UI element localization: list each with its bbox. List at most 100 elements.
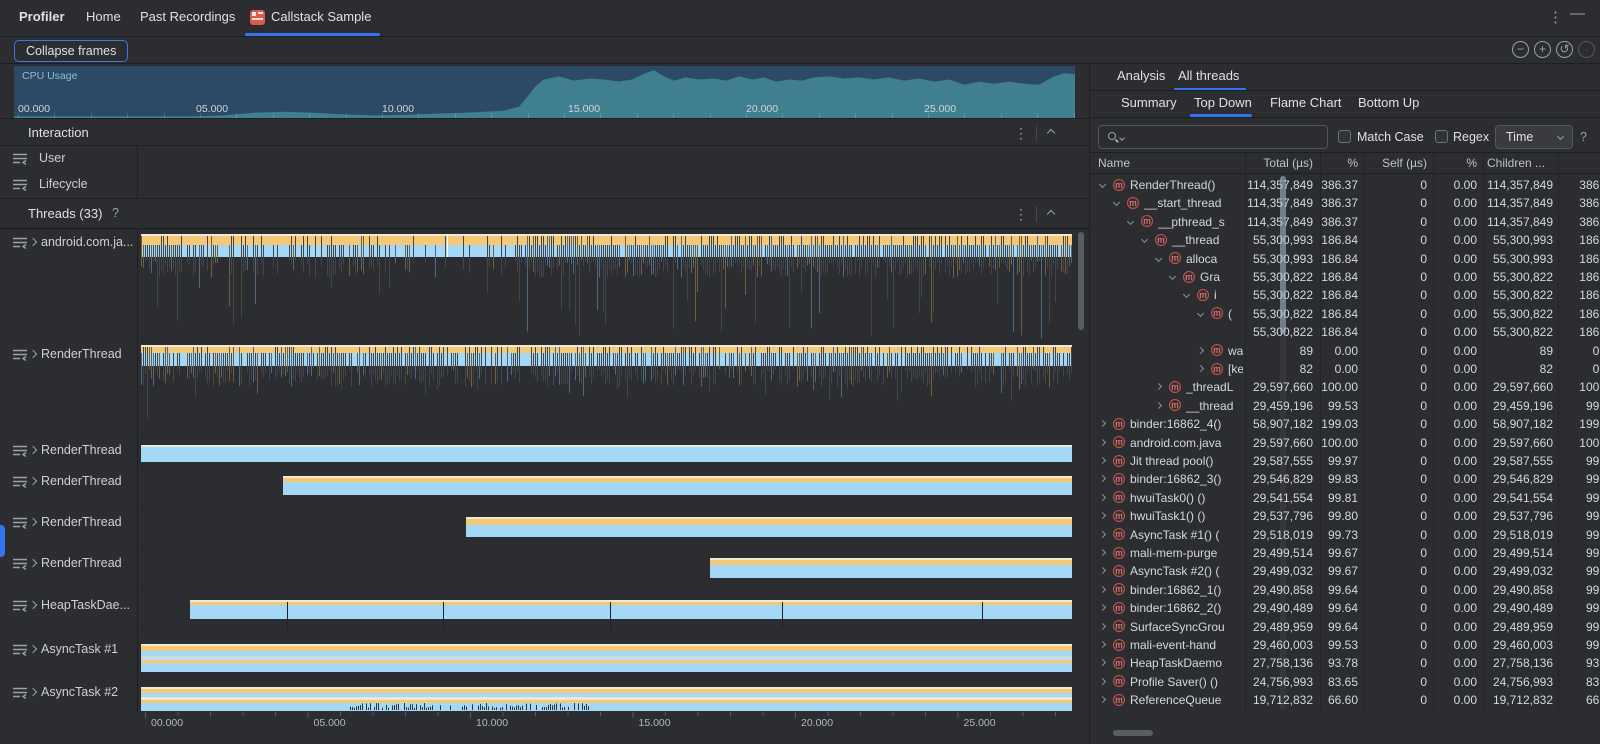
threads-collapse-icon[interactable] — [1047, 210, 1055, 218]
expand-thread-icon[interactable] — [29, 688, 37, 696]
expand-thread-icon[interactable] — [29, 601, 37, 609]
regex-checkbox[interactable] — [1435, 130, 1448, 143]
interaction-menu-icon[interactable]: ⋮ — [1014, 125, 1028, 142]
col-children[interactable]: Children ... — [1487, 156, 1545, 170]
filter-type-dropdown[interactable]: Time — [1495, 125, 1573, 149]
tab-flame-chart[interactable]: Flame Chart — [1270, 95, 1342, 110]
table-row[interactable]: mbinder:16862_4()58,907,182199.0300.0058… — [1090, 415, 1600, 433]
thread-track[interactable] — [137, 631, 1072, 677]
table-row[interactable]: mhwuiTask1() ()29,537,79699.8000.0029,53… — [1090, 507, 1600, 525]
col-self[interactable]: Self (µs) — [1363, 156, 1427, 170]
thread-track[interactable] — [137, 590, 1072, 631]
expand-node-icon[interactable] — [1099, 439, 1106, 446]
threads-menu-icon[interactable]: ⋮ — [1014, 206, 1028, 223]
expand-node-icon[interactable] — [1099, 604, 1106, 611]
kebab-menu-icon[interactable]: ⋮ — [1548, 8, 1563, 26]
col-name[interactable]: Name — [1098, 156, 1130, 170]
filter-help-icon[interactable]: ? — [1580, 130, 1587, 144]
expand-node-icon[interactable] — [1099, 494, 1106, 501]
table-row[interactable]: mbinder:16862_3()29,546,82999.8300.0029,… — [1090, 470, 1600, 488]
table-row[interactable]: mwai890.0000.00890.00 — [1090, 342, 1600, 360]
table-row[interactable]: malloca55,300,993186.8400.0055,300,99318… — [1090, 250, 1600, 268]
expand-node-icon[interactable] — [1099, 475, 1106, 482]
tab-callstack-sample[interactable]: Callstack Sample — [271, 9, 371, 24]
table-row[interactable]: 55,300,822186.8400.0055,300,822186.84 — [1090, 323, 1600, 341]
collapse-node-icon[interactable] — [1127, 218, 1134, 225]
zoom-in-icon[interactable]: + — [1534, 41, 1551, 58]
track-settings-icon[interactable] — [12, 178, 29, 191]
table-row[interactable]: m__start_thread114,357,849386.3700.00114… — [1090, 194, 1600, 212]
expand-thread-icon[interactable] — [29, 477, 37, 485]
thread-track[interactable] — [137, 469, 1072, 507]
thread-row-heaptaskdae-[interactable]: HeapTaskDae... — [0, 589, 1089, 630]
expand-node-icon[interactable] — [1099, 420, 1106, 427]
expand-node-icon[interactable] — [1099, 623, 1106, 630]
table-row[interactable]: m__thread29,459,19699.5300.0029,459,1969… — [1090, 397, 1600, 415]
search-input[interactable] — [1129, 128, 1324, 146]
thread-row-asynctask-2[interactable]: AsyncTask #2 — [0, 676, 1089, 712]
track-settings-icon[interactable] — [12, 348, 29, 361]
interaction-row-lifecycle[interactable]: Lifecycle — [0, 172, 1089, 198]
table-row[interactable]: mRenderThread() 114,357,849386.3700.0011… — [1090, 176, 1600, 194]
col-self-pct[interactable]: % — [1433, 156, 1477, 170]
search-history-caret-icon[interactable] — [1119, 135, 1125, 141]
table-row[interactable]: m[ke820.0000.00820.00 — [1090, 360, 1600, 378]
interaction-collapse-icon[interactable] — [1047, 129, 1055, 137]
expand-thread-icon[interactable] — [29, 518, 37, 526]
table-row[interactable]: mHeapTaskDaemo27,758,13693.7800.0027,758… — [1090, 654, 1600, 672]
table-row[interactable]: mAsyncTask #1() (29,518,01999.7300.0029,… — [1090, 526, 1600, 544]
collapse-node-icon[interactable] — [1099, 181, 1106, 188]
thread-row-renderthread[interactable]: RenderThread — [0, 437, 1089, 468]
tab-all-threads[interactable]: All threads — [1178, 68, 1239, 83]
thread-row-renderthread[interactable]: RenderThread — [0, 547, 1089, 589]
thread-row-android-com-ja-[interactable]: android.com.ja... — [0, 229, 1089, 341]
expand-node-icon[interactable] — [1099, 531, 1106, 538]
collapse-node-icon[interactable] — [1197, 310, 1204, 317]
threads-help-icon[interactable]: ? — [112, 206, 119, 220]
track-settings-icon[interactable] — [12, 475, 29, 488]
track-settings-icon[interactable] — [12, 152, 29, 165]
expand-thread-icon[interactable] — [29, 446, 37, 454]
expand-node-icon[interactable] — [1099, 567, 1106, 574]
thread-row-renderthread[interactable]: RenderThread — [0, 468, 1089, 506]
table-row[interactable]: mandroid.com.java29,597,660100.0000.0029… — [1090, 434, 1600, 452]
tab-analysis[interactable]: Analysis — [1117, 68, 1165, 83]
track-settings-icon[interactable] — [12, 444, 29, 457]
expand-node-icon[interactable] — [1197, 347, 1204, 354]
collapse-node-icon[interactable] — [1169, 273, 1176, 280]
thread-row-renderthread[interactable]: RenderThread — [0, 506, 1089, 547]
expand-node-icon[interactable] — [1099, 659, 1106, 666]
tab-summary[interactable]: Summary — [1121, 95, 1177, 110]
track-settings-icon[interactable] — [12, 686, 29, 699]
reset-zoom-icon[interactable]: ↺ — [1556, 41, 1573, 58]
collapse-node-icon[interactable] — [1141, 236, 1148, 243]
thread-track[interactable] — [137, 230, 1072, 342]
table-row[interactable]: m_threadL29,597,660100.0000.0029,597,660… — [1090, 378, 1600, 396]
thread-row-asynctask-1[interactable]: AsyncTask #1 — [0, 630, 1089, 676]
collapse-frames-button[interactable]: Collapse frames — [14, 40, 128, 62]
table-row[interactable]: mhwuiTask0() ()29,541,55499.8100.0029,54… — [1090, 489, 1600, 507]
track-settings-icon[interactable] — [12, 236, 29, 249]
thread-row-renderthread[interactable]: RenderThread — [0, 341, 1089, 437]
table-row[interactable]: mmali-event-hand29,460,00399.5300.0029,4… — [1090, 636, 1600, 654]
col-total-pct[interactable]: % — [1320, 156, 1358, 170]
tab-bottom-up[interactable]: Bottom Up — [1358, 95, 1419, 110]
tab-top-down[interactable]: Top Down — [1194, 95, 1252, 110]
expand-thread-icon[interactable] — [29, 559, 37, 567]
expand-node-icon[interactable] — [1155, 402, 1162, 409]
table-row[interactable]: m__pthread_s114,357,849386.3700.00114,35… — [1090, 213, 1600, 231]
expand-node-icon[interactable] — [1099, 678, 1106, 685]
col-total[interactable]: Total (µs) — [1245, 156, 1313, 170]
table-row[interactable]: mbinder:16862_2()29,490,48999.6400.0029,… — [1090, 599, 1600, 617]
table-row[interactable]: mmali-mem-purge29,499,51499.6700.0029,49… — [1090, 544, 1600, 562]
expand-node-icon[interactable] — [1197, 365, 1204, 372]
table-row[interactable]: mReferenceQueue19,712,83266.6000.0019,71… — [1090, 691, 1600, 709]
track-settings-icon[interactable] — [12, 557, 29, 570]
table-row[interactable]: mi55,300,822186.8400.0055,300,822186.84 — [1090, 286, 1600, 304]
expand-node-icon[interactable] — [1155, 383, 1162, 390]
minimize-icon[interactable]: — — [1570, 5, 1585, 22]
collapse-node-icon[interactable] — [1155, 255, 1162, 262]
expand-node-icon[interactable] — [1099, 549, 1106, 556]
threads-scrollbar[interactable] — [1078, 232, 1084, 330]
expand-thread-icon[interactable] — [29, 238, 37, 246]
